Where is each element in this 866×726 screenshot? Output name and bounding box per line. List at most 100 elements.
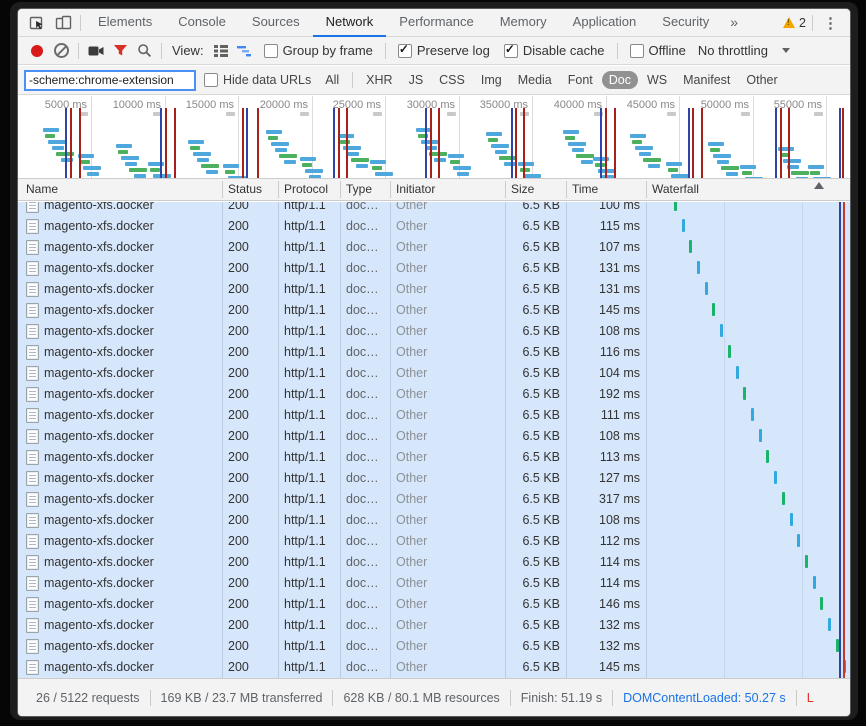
request-type: doc… [346, 408, 379, 422]
request-row[interactable]: magento-xfs.docker 200 http/1.1 doc… Oth… [18, 615, 850, 636]
group-by-frame-checkbox[interactable]: Group by frame [264, 43, 373, 58]
disable-cache-checkbox[interactable]: Disable cache [504, 43, 605, 58]
request-row[interactable]: magento-xfs.docker 200 http/1.1 doc… Oth… [18, 489, 850, 510]
request-row[interactable]: magento-xfs.docker 200 http/1.1 doc… Oth… [18, 202, 850, 216]
overview-timeline[interactable]: 5000 ms10000 ms15000 ms20000 ms25000 ms3… [18, 96, 850, 179]
column-resize-handle[interactable] [646, 181, 647, 198]
column-resize-handle[interactable] [278, 181, 279, 198]
request-protocol: http/1.1 [284, 282, 326, 296]
filter-type-font[interactable]: Font [561, 71, 600, 89]
device-toolbar-button[interactable] [50, 11, 76, 35]
waterfall-bar [743, 387, 746, 400]
request-row[interactable]: magento-xfs.docker 200 http/1.1 doc… Oth… [18, 237, 850, 258]
col-header-waterfall[interactable]: Waterfall [652, 182, 699, 196]
preserve-log-checkbox[interactable]: Preserve log [398, 43, 490, 58]
request-row[interactable]: magento-xfs.docker 200 http/1.1 doc… Oth… [18, 531, 850, 552]
request-row[interactable]: magento-xfs.docker 200 http/1.1 doc… Oth… [18, 426, 850, 447]
filter-button[interactable] [109, 41, 131, 61]
clear-button[interactable] [50, 41, 72, 61]
request-status: 200 [228, 345, 249, 359]
request-initiator: Other [396, 324, 427, 338]
tab-sources[interactable]: Sources [239, 9, 313, 37]
col-header-name[interactable]: Name [26, 182, 58, 196]
request-row[interactable]: magento-xfs.docker 200 http/1.1 doc… Oth… [18, 510, 850, 531]
large-rows-toggle[interactable] [210, 41, 232, 61]
capture-screenshots-button[interactable] [85, 41, 107, 61]
record-button[interactable] [26, 41, 48, 61]
request-row[interactable]: magento-xfs.docker 200 http/1.1 doc… Oth… [18, 447, 850, 468]
col-header-size[interactable]: Size [511, 182, 534, 196]
request-initiator: Other [396, 366, 427, 380]
column-resize-handle[interactable] [505, 181, 506, 198]
throttling-dropdown[interactable]: No throttling [698, 43, 790, 58]
tab-memory[interactable]: Memory [487, 9, 560, 37]
request-row[interactable]: magento-xfs.docker 200 http/1.1 doc… Oth… [18, 405, 850, 426]
overview-toggle[interactable] [234, 41, 256, 61]
summary-item-3: Finish: 51.19 s [511, 691, 612, 705]
filter-type-xhr[interactable]: XHR [359, 71, 399, 89]
tab-elements[interactable]: Elements [85, 9, 165, 37]
tab-performance[interactable]: Performance [386, 9, 486, 37]
col-header-protocol[interactable]: Protocol [284, 182, 328, 196]
filter-type-manifest[interactable]: Manifest [676, 71, 737, 89]
request-row[interactable]: magento-xfs.docker 200 http/1.1 doc… Oth… [18, 468, 850, 489]
filter-type-css[interactable]: CSS [432, 71, 472, 89]
request-row[interactable]: magento-xfs.docker 200 http/1.1 doc… Oth… [18, 216, 850, 237]
request-row[interactable]: magento-xfs.docker 200 http/1.1 doc… Oth… [18, 363, 850, 384]
overview-time-label: 5000 ms [45, 99, 91, 111]
request-row[interactable]: magento-xfs.docker 200 http/1.1 doc… Oth… [18, 279, 850, 300]
col-header-status[interactable]: Status [228, 182, 262, 196]
request-row[interactable]: magento-xfs.docker 200 http/1.1 doc… Oth… [18, 384, 850, 405]
hide-data-urls-checkbox[interactable]: Hide data URLs [204, 73, 311, 87]
overview-request-bar [791, 171, 809, 175]
document-icon [26, 219, 39, 234]
request-time: 111 ms [601, 408, 640, 422]
column-resize-handle[interactable] [390, 181, 391, 198]
overview-request-bar [721, 166, 739, 170]
col-header-type[interactable]: Type [346, 182, 372, 196]
request-row[interactable]: magento-xfs.docker 200 http/1.1 doc… Oth… [18, 258, 850, 279]
overview-request-bar [284, 160, 296, 164]
filter-type-media[interactable]: Media [511, 71, 559, 89]
offline-checkbox[interactable]: Offline [630, 43, 686, 58]
overview-request-bar [271, 142, 289, 146]
filter-type-js[interactable]: JS [402, 71, 431, 89]
column-resize-handle[interactable] [222, 181, 223, 198]
filter-type-all[interactable]: All [318, 71, 346, 89]
request-type: doc… [346, 240, 379, 254]
tab-console[interactable]: Console [165, 9, 239, 37]
column-resize-handle[interactable] [340, 181, 341, 198]
overview-request-bar [808, 165, 824, 169]
request-row[interactable]: magento-xfs.docker 200 http/1.1 doc… Oth… [18, 321, 850, 342]
sort-ascending-icon[interactable] [814, 182, 824, 189]
overview-gray-bar [300, 112, 309, 116]
filter-type-ws[interactable]: WS [640, 71, 674, 89]
filter-type-doc[interactable]: Doc [602, 71, 638, 89]
col-header-initiator[interactable]: Initiator [396, 182, 435, 196]
tab-application[interactable]: Application [560, 9, 650, 37]
tab-security[interactable]: Security [649, 9, 722, 37]
filter-type-other[interactable]: Other [739, 71, 784, 89]
filter-input[interactable] [24, 70, 196, 91]
request-row[interactable]: magento-xfs.docker 200 http/1.1 doc… Oth… [18, 342, 850, 363]
overview-request-bar [268, 136, 278, 140]
request-row[interactable]: magento-xfs.docker 200 http/1.1 doc… Oth… [18, 573, 850, 594]
request-row[interactable]: magento-xfs.docker 200 http/1.1 doc… Oth… [18, 594, 850, 615]
overview-time-label: 30000 ms [407, 99, 459, 111]
request-row[interactable]: magento-xfs.docker 200 http/1.1 doc… Oth… [18, 552, 850, 573]
tab-network[interactable]: Network [313, 9, 387, 37]
more-options-icon[interactable]: ⋮ [817, 14, 844, 32]
domcontentloaded-event-line [600, 108, 602, 178]
col-header-time[interactable]: Time [572, 182, 598, 196]
search-button[interactable] [133, 41, 155, 61]
inspect-element-button[interactable] [24, 11, 50, 35]
more-tabs-button[interactable]: » [722, 9, 746, 37]
column-resize-handle[interactable] [566, 181, 567, 198]
request-row[interactable]: magento-xfs.docker 200 http/1.1 doc… Oth… [18, 657, 850, 678]
issues-badge[interactable]: 2 [783, 16, 806, 30]
checkbox [264, 44, 278, 58]
request-row[interactable]: magento-xfs.docker 200 http/1.1 doc… Oth… [18, 300, 850, 321]
filter-type-img[interactable]: Img [474, 71, 509, 89]
document-icon [26, 429, 39, 444]
request-row[interactable]: magento-xfs.docker 200 http/1.1 doc… Oth… [18, 636, 850, 657]
